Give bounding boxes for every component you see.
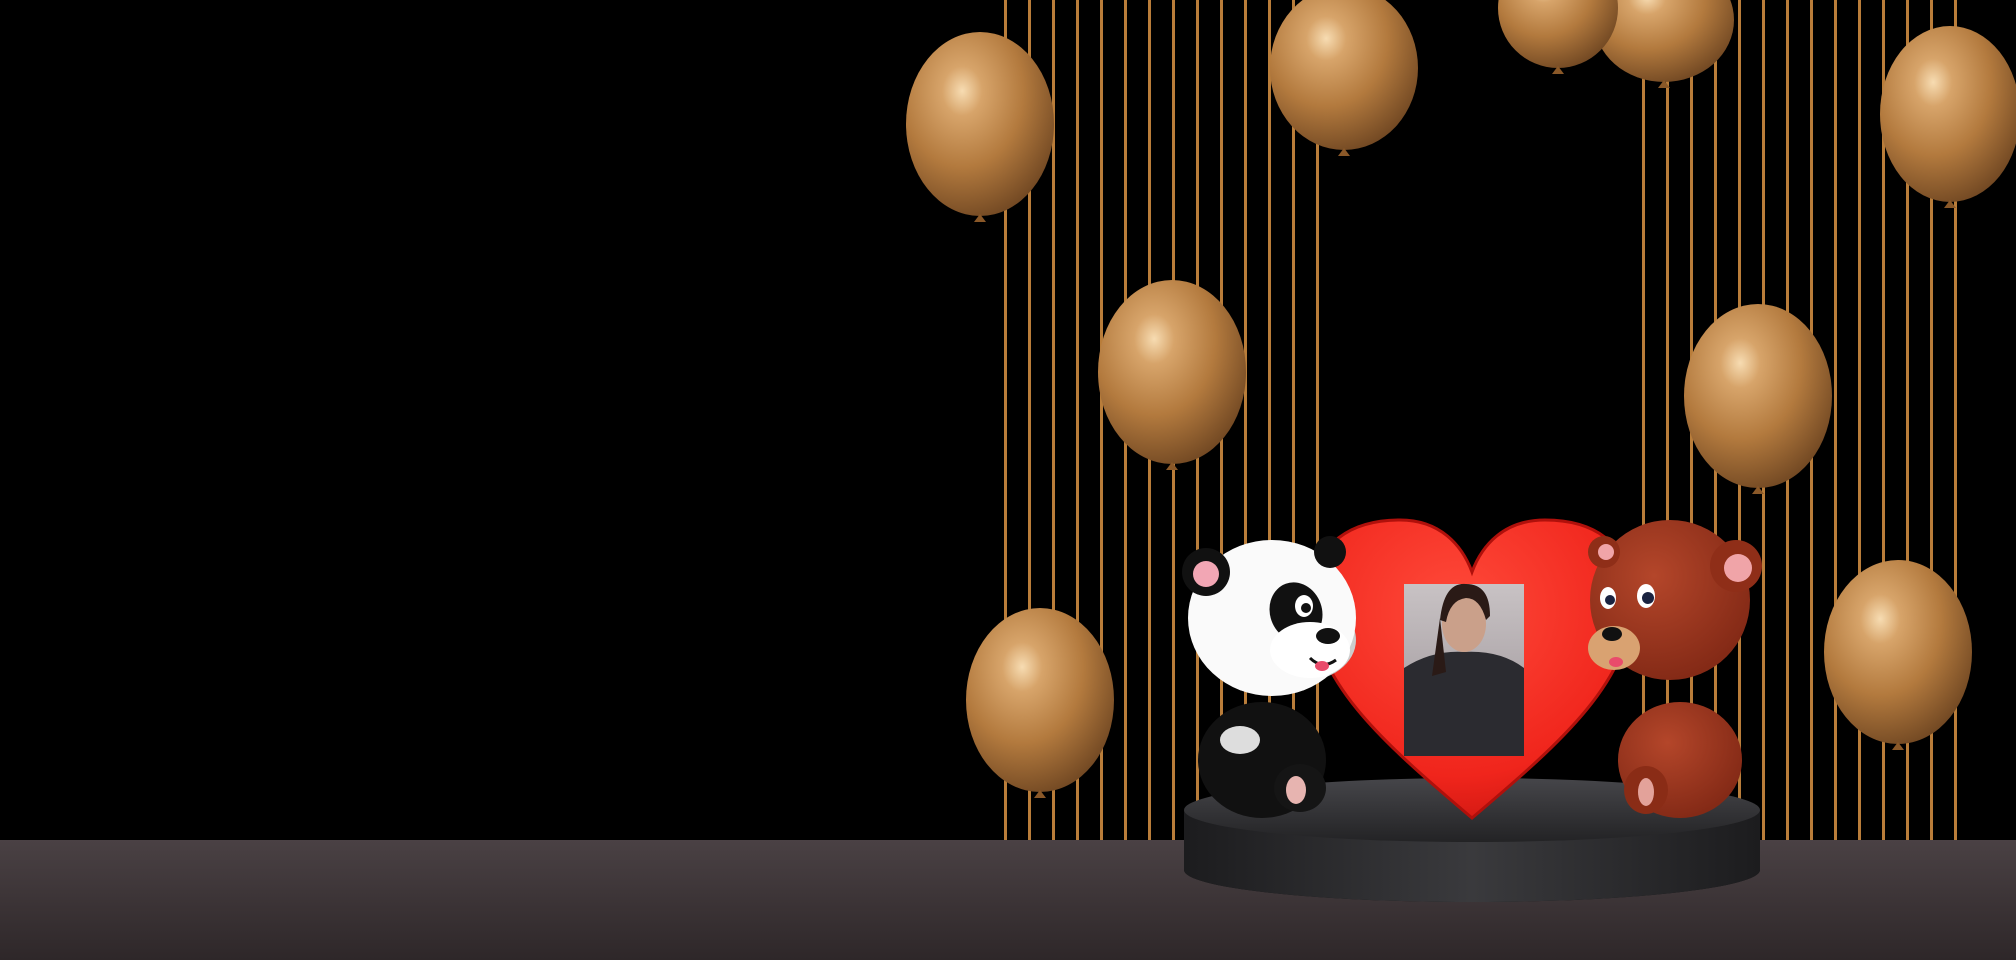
- scene: [0, 0, 2016, 960]
- scene-illustration: [0, 0, 2016, 960]
- gold-stripe: [1834, 0, 1837, 840]
- portrait-photo: [1404, 583, 1524, 756]
